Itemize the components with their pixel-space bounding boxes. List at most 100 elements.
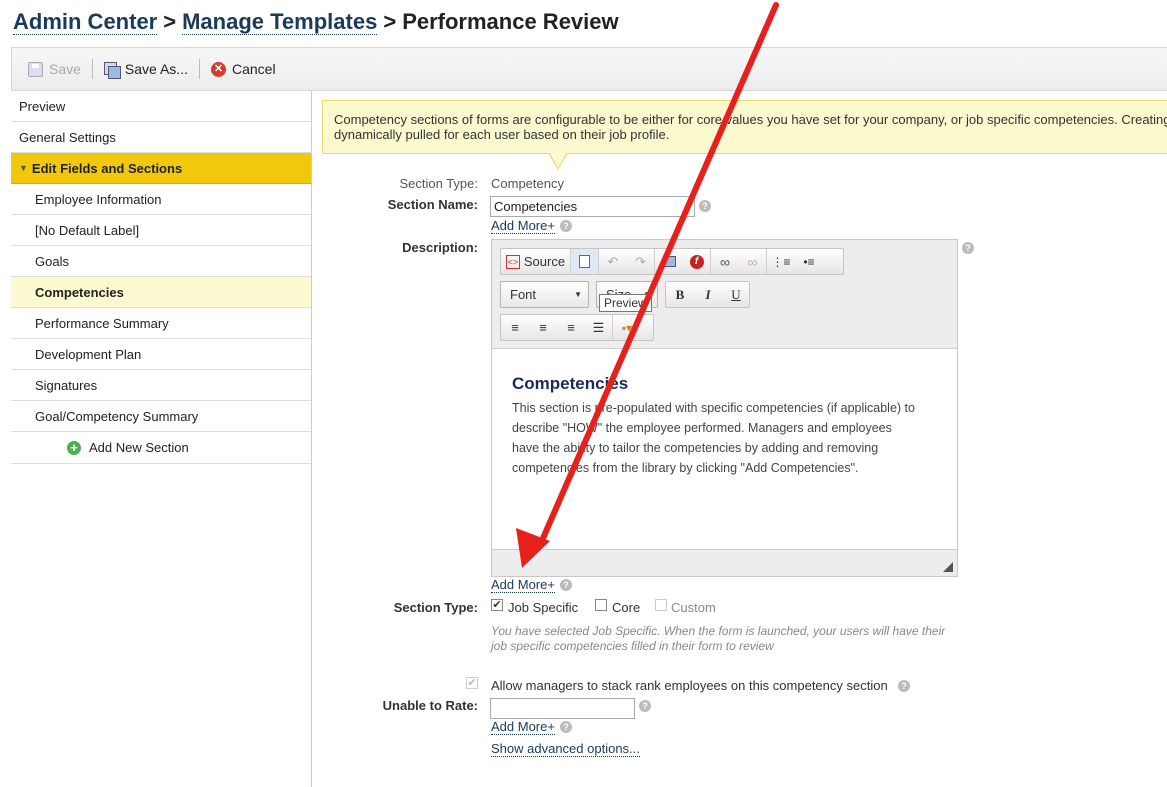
preview-button[interactable] (571, 249, 599, 274)
breadcrumb-manage-templates[interactable]: Manage Templates (182, 9, 378, 35)
editor-format-group: B I U (665, 281, 750, 308)
italic-button[interactable]: I (694, 282, 722, 307)
flash-icon: f (689, 254, 704, 269)
source-button[interactable]: <> Source (501, 249, 571, 274)
bold-button[interactable]: B (666, 282, 694, 307)
sidebar-item-label: Goals (35, 253, 69, 269)
unlink-icon: ∞ (747, 253, 758, 270)
redo-icon: ↷ (635, 253, 646, 269)
show-advanced-options-link[interactable]: Show advanced options... (491, 741, 640, 757)
core-checkbox[interactable] (595, 599, 607, 611)
editor-content[interactable]: Competencies This section is pre-populat… (492, 350, 957, 550)
help-icon[interactable]: ? (699, 200, 711, 212)
note-line: job specific competencies filled in thei… (491, 639, 774, 653)
stack-rank-checkbox[interactable]: ✔ (466, 677, 478, 689)
info-banner: Competency sections of forms are configu… (322, 100, 1167, 154)
unable-to-rate-label: Unable to Rate: (382, 698, 478, 713)
section-type-label: Section Type: (399, 176, 478, 191)
sidebar-group-edit-fields[interactable]: ▼ Edit Fields and Sections (11, 153, 311, 184)
align-justify-button[interactable]: ☰ (585, 315, 613, 340)
unable-to-rate-input[interactable] (490, 698, 635, 719)
sidebar-item-employee-information[interactable]: Employee Information (11, 184, 311, 215)
cancel-button[interactable]: ✕ Cancel (210, 61, 276, 77)
save-button[interactable]: Save (28, 61, 81, 77)
editor-text-line: describe "HOW" the employee performed. M… (512, 421, 892, 435)
help-icon[interactable]: ? (898, 680, 910, 692)
unlink-button[interactable]: ∞ (739, 249, 767, 274)
editor-toolbar: <> Source ↶ ↷ f ∞ ∞ ⋮≡ •≡ Font ▼ Size ▼ … (492, 240, 957, 349)
resize-handle-icon[interactable] (943, 562, 953, 572)
add-more-link-name[interactable]: Add More+ (491, 218, 555, 234)
sidebar-item-no-default-label[interactable]: [No Default Label] (11, 215, 311, 246)
save-label: Save (49, 61, 81, 77)
sidebar: Preview General Settings ▼ Edit Fields an… (11, 91, 312, 787)
help-icon[interactable]: ? (639, 700, 651, 712)
editor-paragraph: This section is pre-populated with speci… (512, 398, 942, 478)
sidebar-item-label: Preview (19, 98, 66, 114)
sidebar-item-performance-summary[interactable]: Performance Summary (11, 308, 311, 339)
sidebar-item-competencies[interactable]: Competencies (11, 277, 311, 308)
help-icon[interactable]: ? (962, 242, 974, 254)
undo-button[interactable]: ↶ (599, 249, 627, 274)
sidebar-item-preview[interactable]: Preview (11, 91, 311, 122)
chevron-down-icon: ▼ (574, 290, 582, 299)
section-type-note: You have selected Job Specific. When the… (491, 624, 991, 654)
save-as-icon (103, 61, 121, 79)
breadcrumb-separator: > (383, 9, 397, 34)
flash-button[interactable]: f (683, 249, 711, 274)
triangle-down-icon: ▼ (19, 163, 28, 173)
rich-text-editor: <> Source ↶ ↷ f ∞ ∞ ⋮≡ •≡ Font ▼ Size ▼ … (491, 239, 958, 577)
sidebar-item-goal-competency-summary[interactable]: Goal/Competency Summary (11, 401, 311, 432)
undo-icon: ↶ (607, 253, 619, 269)
align-left-button[interactable]: ≡ (501, 315, 529, 340)
editor-text-line: This section is pre-populated with speci… (512, 401, 915, 415)
toolbar-divider (91, 59, 93, 79)
align-right-button[interactable]: ≡ (557, 315, 585, 340)
info-banner-pointer (548, 152, 568, 170)
image-button[interactable] (655, 249, 683, 274)
add-more-link-unable-to-rate[interactable]: Add More+ (491, 719, 555, 735)
editor-text-line: competencies from the library by clickin… (512, 461, 859, 475)
font-select-label: Font (510, 287, 537, 302)
section-name-input[interactable] (490, 196, 695, 217)
page-title: Admin Center > Manage Templates > Performanc… (13, 9, 619, 35)
info-text-line1: Competency sections of forms are configu… (334, 112, 1167, 127)
preview-icon (579, 255, 590, 268)
editor-statusbar (492, 549, 957, 576)
help-icon[interactable]: ? (560, 579, 572, 591)
text-color-button[interactable]: ▪▾ (613, 315, 641, 340)
underline-button[interactable]: U (722, 282, 750, 307)
sidebar-item-signatures[interactable]: Signatures (11, 370, 311, 401)
editor-heading: Competencies (512, 374, 629, 393)
align-center-button[interactable]: ≡ (529, 315, 557, 340)
numbered-list-icon: ⋮≡ (771, 254, 791, 269)
link-button[interactable]: ∞ (711, 249, 739, 274)
add-new-section-button[interactable]: + Add New Section (11, 432, 311, 464)
sidebar-item-general-settings[interactable]: General Settings (11, 122, 311, 153)
editor-text-line: have the ability to tailor the competenc… (512, 441, 879, 455)
add-more-link-description[interactable]: Add More+ (491, 577, 555, 593)
sidebar-item-label: Performance Summary (35, 315, 169, 331)
redo-button[interactable]: ↷ (627, 249, 655, 274)
add-new-section-label: Add New Section (89, 440, 189, 455)
sidebar-item-goals[interactable]: Goals (11, 246, 311, 277)
editor-toolbar-row1: <> Source ↶ ↷ f ∞ ∞ ⋮≡ •≡ (500, 248, 844, 275)
sidebar-item-development-plan[interactable]: Development Plan (11, 339, 311, 370)
breadcrumb-current: Performance Review (402, 9, 619, 34)
core-label: Core (612, 600, 641, 615)
job-specific-label: Job Specific (508, 600, 579, 615)
note-line: You have selected Job Specific. When the… (491, 624, 946, 638)
help-icon[interactable]: ? (560, 220, 572, 232)
breadcrumb-separator: > (163, 9, 177, 34)
bulleted-list-icon: •≡ (803, 254, 815, 269)
help-icon[interactable]: ? (560, 721, 572, 733)
font-select[interactable]: Font ▼ (500, 281, 589, 308)
bulleted-list-button[interactable]: •≡ (795, 249, 823, 274)
main-toolbar: Save Save As... ✕ Cancel (11, 47, 1167, 91)
job-specific-checkbox[interactable]: ✔ (491, 599, 503, 611)
custom-checkbox[interactable] (655, 599, 667, 611)
save-as-button[interactable]: Save As... (103, 61, 188, 79)
numbered-list-button[interactable]: ⋮≡ (767, 249, 795, 274)
plus-circle-icon: + (67, 440, 81, 455)
breadcrumb-admin-center[interactable]: Admin Center (13, 9, 158, 35)
